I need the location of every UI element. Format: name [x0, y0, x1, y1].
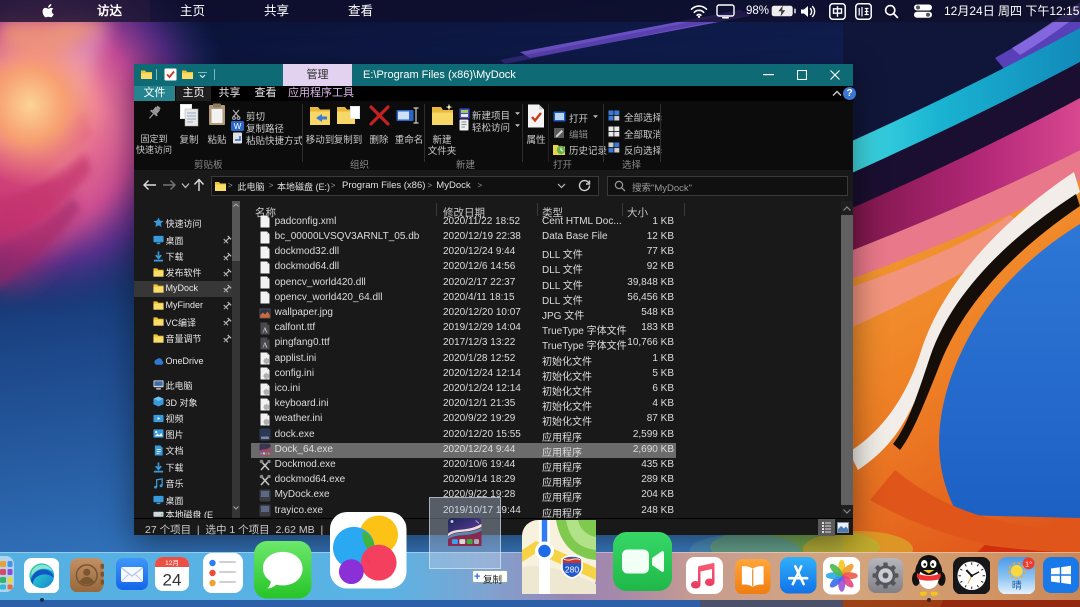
svg-text:280: 280 — [564, 565, 578, 575]
svg-text:1°: 1° — [1025, 559, 1032, 568]
svg-text:晴: 晴 — [1011, 578, 1021, 591]
svg-text:12月: 12月 — [165, 559, 179, 567]
svg-text:A: A — [262, 325, 268, 334]
svg-text:A: A — [262, 340, 268, 349]
svg-text:W: W — [234, 122, 242, 131]
svg-text:24: 24 — [162, 571, 181, 590]
